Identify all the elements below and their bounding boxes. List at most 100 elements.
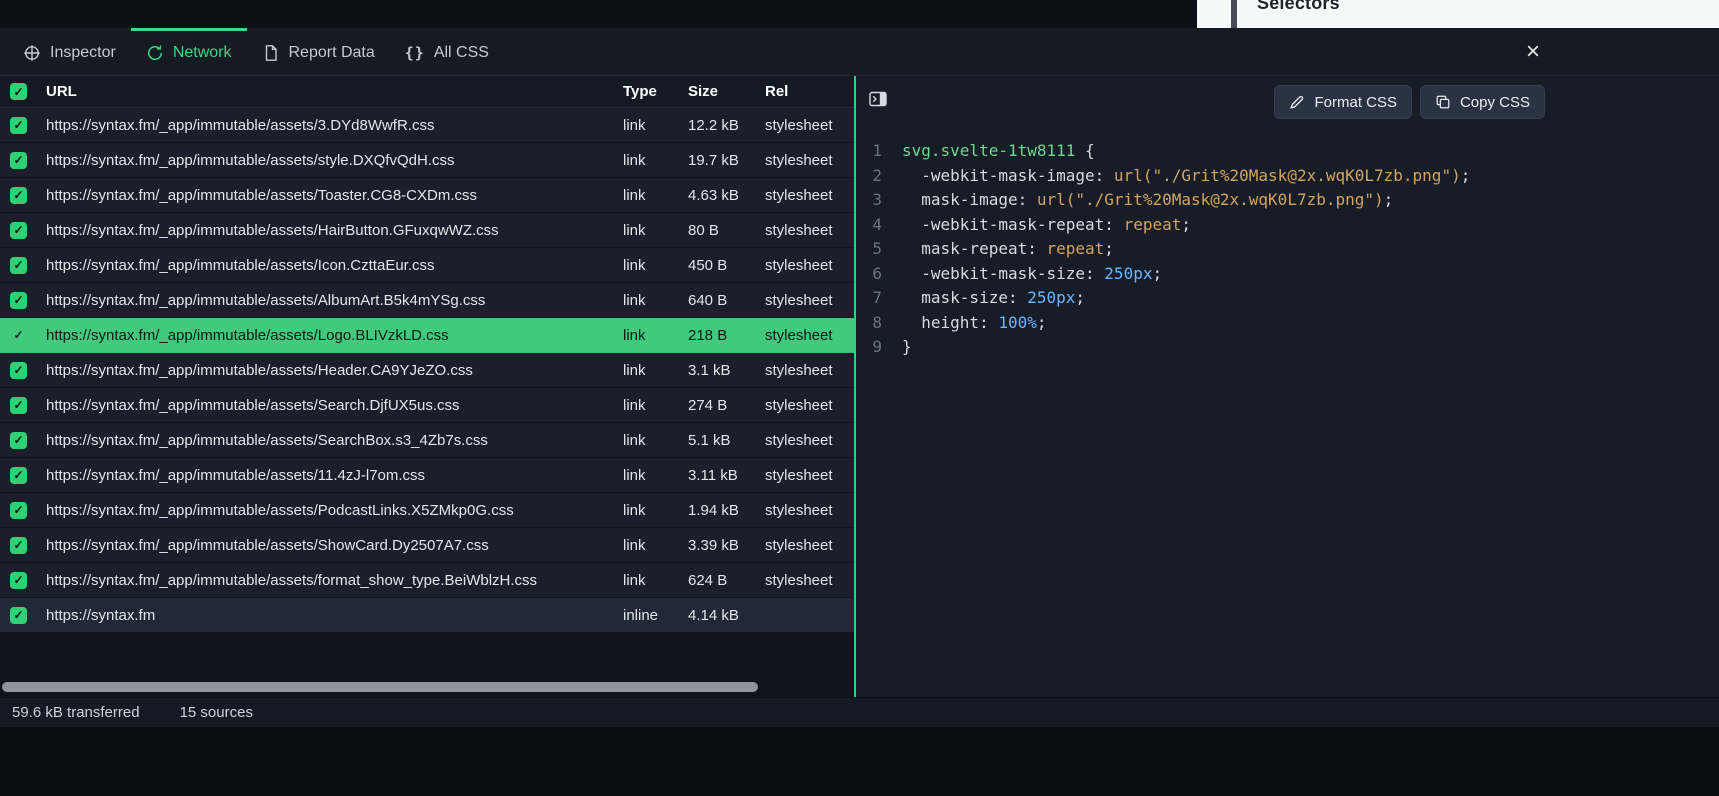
row-size: 12.2 kB (688, 117, 765, 134)
row-type: link (623, 432, 688, 449)
line-number: 1 (866, 139, 882, 164)
column-header-rel: Rel (765, 83, 854, 100)
inspector-icon (23, 44, 41, 62)
code-line: 4 -webkit-mask-repeat: repeat; (866, 213, 1719, 238)
close-icon[interactable]: × (1518, 28, 1548, 76)
page-scrollbar[interactable] (1231, 0, 1237, 28)
row-checkbox[interactable]: ✓ (10, 607, 27, 624)
row-type: link (623, 327, 688, 344)
row-url: https://syntax.fm/_app/immutable/assets/… (46, 397, 623, 414)
row-type: link (623, 117, 688, 134)
network-table-row[interactable]: ✓ https://syntax.fm/_app/immutable/assets… (0, 388, 854, 423)
row-checkbox[interactable]: ✓ (10, 397, 27, 414)
row-url: https://syntax.fm/_app/immutable/assets/… (46, 152, 623, 169)
page-background-strip: Selectors (0, 0, 1719, 28)
column-header-size: Size (688, 83, 765, 100)
checkmark-icon: ✓ (13, 434, 23, 446)
row-rel: stylesheet (765, 467, 854, 484)
network-table-row[interactable]: ✓ https://syntax.fm/_app/immutable/assets… (0, 143, 854, 178)
status-bar: 59.6 kB transferred 15 sources (0, 697, 1719, 727)
row-size: 4.14 kB (688, 607, 765, 624)
tab-inspector[interactable]: Inspector (8, 28, 131, 75)
checkmark-icon: ✓ (13, 86, 23, 98)
row-url: https://syntax.fm/_app/immutable/assets/… (46, 432, 623, 449)
network-table-row[interactable]: ✓ https://syntax.fm/_app/immutable/assets… (0, 528, 854, 563)
row-rel: stylesheet (765, 397, 854, 414)
checkmark-icon: ✓ (13, 154, 23, 166)
network-table-row[interactable]: ✓ https://syntax.fm/_app/immutable/assets… (0, 423, 854, 458)
row-type: link (623, 152, 688, 169)
tab-all-css[interactable]: {} All CSS (390, 28, 504, 75)
checkmark-icon: ✓ (13, 119, 23, 131)
row-size: 624 B (688, 572, 765, 589)
row-checkbox[interactable]: ✓ (10, 327, 27, 344)
format-css-label: Format CSS (1314, 94, 1397, 111)
row-rel: stylesheet (765, 292, 854, 309)
row-type: inline (623, 607, 688, 624)
network-table-row[interactable]: ✓https://syntax.fminline4.14 kB (0, 598, 854, 633)
network-table-row[interactable]: ✓https://syntax.fm/_app/immutable/assets… (0, 493, 854, 528)
checkmark-icon: ✓ (13, 399, 23, 411)
network-table-row[interactable]: ✓https://syntax.fm/_app/immutable/assets… (0, 108, 854, 143)
network-table-row[interactable]: ✓https://syntax.fm/_app/immutable/assets… (0, 178, 854, 213)
line-number: 4 (866, 213, 882, 238)
row-type: link (623, 537, 688, 554)
code-line: 7 mask-size: 250px; (866, 286, 1719, 311)
page-bottom-strip (0, 727, 1719, 796)
checkmark-icon: ✓ (13, 609, 23, 621)
row-size: 80 B (688, 222, 765, 239)
tab-report-data[interactable]: Report Data (247, 28, 390, 75)
row-checkbox[interactable]: ✓ (10, 572, 27, 589)
row-checkbox[interactable]: ✓ (10, 537, 27, 554)
row-url: https://syntax.fm/_app/immutable/assets/… (46, 537, 623, 554)
row-checkbox[interactable]: ✓ (10, 467, 27, 484)
format-css-button[interactable]: Format CSS (1274, 85, 1412, 119)
network-table-row[interactable]: ✓https://syntax.fm/_app/immutable/assets… (0, 318, 854, 353)
line-number: 5 (866, 237, 882, 262)
row-size: 3.39 kB (688, 537, 765, 554)
copy-css-button[interactable]: Copy CSS (1420, 85, 1545, 119)
checkmark-icon: ✓ (13, 189, 23, 201)
tab-label: Network (173, 44, 232, 62)
network-table-row[interactable]: ✓https://syntax.fm/_app/immutable/assets… (0, 563, 854, 598)
code-line: 9} (866, 335, 1719, 360)
page-selectors-heading: Selectors (1257, 0, 1340, 14)
select-all-checkbox[interactable]: ✓ (10, 83, 27, 100)
row-checkbox[interactable]: ✓ (10, 222, 27, 239)
row-checkbox[interactable]: ✓ (10, 502, 27, 519)
sources-count: 15 sources (180, 704, 253, 721)
row-checkbox[interactable]: ✓ (10, 292, 27, 309)
network-table-row[interactable]: ✓ https://syntax.fm/_app/immutable/assets… (0, 458, 854, 493)
row-size: 274 B (688, 397, 765, 414)
row-checkbox[interactable]: ✓ (10, 432, 27, 449)
row-type: link (623, 502, 688, 519)
row-type: link (623, 397, 688, 414)
row-type: link (623, 467, 688, 484)
horizontal-scrollbar[interactable] (2, 682, 758, 692)
panel-toggle-icon[interactable] (868, 89, 888, 109)
column-header-type: Type (623, 83, 688, 100)
row-checkbox[interactable]: ✓ (10, 362, 27, 379)
row-rel: stylesheet (765, 327, 854, 344)
network-table-row[interactable]: ✓ https://syntax.fm/_app/immutable/assets… (0, 213, 854, 248)
network-table-row[interactable]: ✓https://syntax.fm/_app/immutable/assets… (0, 248, 854, 283)
row-checkbox[interactable]: ✓ (10, 152, 27, 169)
row-checkbox[interactable]: ✓ (10, 117, 27, 134)
line-number: 3 (866, 188, 882, 213)
column-header-url: URL (46, 83, 623, 100)
row-url: https://syntax.fm/_app/immutable/assets/… (46, 222, 623, 239)
network-table-body: ✓ https://syntax.fm/_app/immutable/assets… (0, 108, 854, 633)
row-type: link (623, 572, 688, 589)
row-type: link (623, 187, 688, 204)
format-icon (1289, 94, 1305, 110)
tab-network[interactable]: Network (131, 28, 247, 75)
code-line: 1svg.svelte-1tw8111 { (866, 139, 1719, 164)
row-checkbox[interactable]: ✓ (10, 187, 27, 204)
row-rel: stylesheet (765, 572, 854, 589)
row-url: https://syntax.fm/_app/immutable/assets/… (46, 467, 623, 484)
line-number: 8 (866, 311, 882, 336)
report-data-icon (262, 44, 280, 62)
network-table-row[interactable]: ✓https://syntax.fm/_app/immutable/assets… (0, 283, 854, 318)
network-table-row[interactable]: ✓https://syntax.fm/_app/immutable/assets… (0, 353, 854, 388)
row-checkbox[interactable]: ✓ (10, 257, 27, 274)
